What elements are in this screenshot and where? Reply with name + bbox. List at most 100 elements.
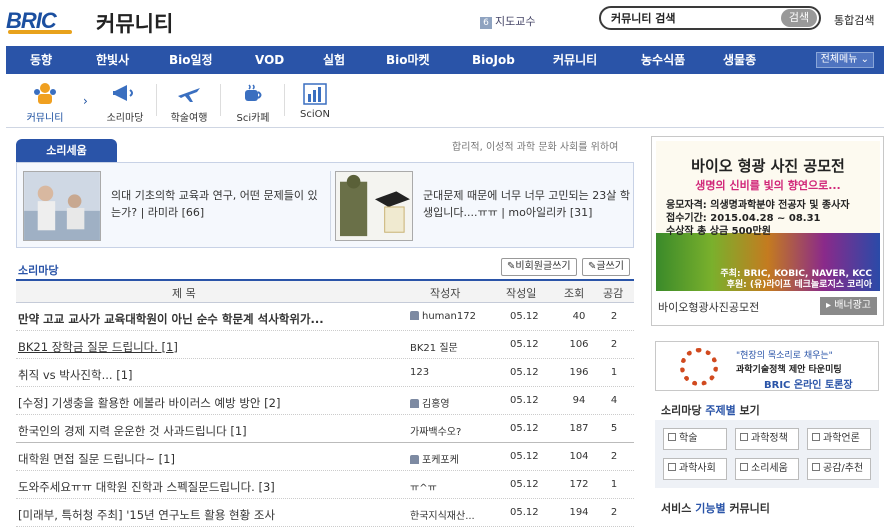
- nav-item-biojob[interactable]: BioJob: [472, 46, 515, 74]
- banner-ad-button[interactable]: ▸ 배너광고: [820, 297, 877, 315]
- post-title[interactable]: [수정] 기생충을 활용한 에볼라 바이러스 예방 방안 [2]: [18, 395, 394, 411]
- post-likes: 1: [610, 367, 618, 378]
- post-views: 104: [569, 451, 589, 462]
- photo-contest-banner[interactable]: 바이오 형광 사진 공모전 생명의 신비를 빛의 향연으로... 응모자격: 의…: [651, 136, 884, 326]
- subnav-divider: [156, 84, 157, 116]
- subnav-community[interactable]: 커뮤니티: [20, 82, 70, 124]
- post-title[interactable]: 대학원 면접 질문 드립니다~ [1]: [18, 451, 394, 467]
- post-date: 05.12: [510, 479, 539, 490]
- board-title[interactable]: 소리마당: [18, 262, 58, 278]
- svc-title-part: 커뮤니티: [729, 502, 770, 515]
- nav-item-agri-food[interactable]: 농수식품: [641, 46, 685, 74]
- subnav-sorimadang-label: 소리마당: [106, 113, 144, 124]
- table-row[interactable]: [수정] 기생충을 활용한 에볼라 바이러스 예방 방안 [2] 김홍영 05.…: [16, 387, 634, 415]
- soriseum-card[interactable]: 군대문제 때문에 너무 너무 고민되는 23살 학생입니다....ㅠㅠ | mo…: [335, 171, 635, 241]
- post-author: BK21 질문: [410, 343, 458, 354]
- table-row[interactable]: BK21 장학금 질문 드립니다. [1] BK21 질문 05.12 106 …: [16, 331, 634, 359]
- military-graduation-thumbnail: [335, 171, 413, 241]
- post-title[interactable]: 도와주세요ㅠㅠ 대학원 진학과 스펙질문드립니다. [3]: [18, 479, 394, 495]
- post-date: 05.12: [510, 311, 539, 322]
- topic-soriseum-button[interactable]: 소리세움: [735, 458, 799, 480]
- member-icon: [410, 399, 419, 408]
- search-button[interactable]: 검색: [781, 9, 817, 27]
- post-title[interactable]: 만약 고교 교사가 교육대학원이 아닌 순수 학문계 석사학위가...: [18, 311, 394, 327]
- nav-item-bio-schedule[interactable]: Bio일정: [169, 46, 213, 74]
- post-views: 172: [569, 479, 589, 490]
- chevron-right-icon: ›: [83, 94, 88, 108]
- post-author: 가짜백수오?: [410, 427, 462, 438]
- topic-academic-button[interactable]: 학술: [663, 428, 727, 450]
- post-likes: 2: [610, 451, 618, 462]
- topic-science-press-button[interactable]: 과학언론: [807, 428, 871, 450]
- nav-item-bio-market[interactable]: Bio마켓: [386, 46, 430, 74]
- write-button[interactable]: ✎글쓰기: [582, 258, 630, 276]
- post-author: 포케포케: [410, 451, 490, 466]
- contest-poster: 바이오 형광 사진 공모전 생명의 신비를 빛의 향연으로... 응모자격: 의…: [656, 141, 880, 291]
- advisor-link[interactable]: 6 지도교수: [480, 13, 535, 29]
- table-row[interactable]: 취직 vs 박사진학... [1] 123 05.12 196 1: [16, 359, 634, 387]
- subnav-scion-label: SciON: [300, 109, 330, 120]
- post-likes: 4: [610, 395, 618, 406]
- forum-name: BRIC 온라인 토론장: [764, 380, 853, 391]
- post-views: 196: [569, 367, 589, 378]
- megaphone-icon: [113, 85, 133, 101]
- post-author-name: 포케포케: [422, 455, 459, 466]
- table-row[interactable]: 한국인의 경제 지력 운운한 것 사과드립니다 [1] 가짜백수오? 05.12…: [16, 415, 634, 443]
- subnav-scion[interactable]: SciON: [292, 82, 338, 120]
- contest-caption[interactable]: 바이오형광사진공모전: [658, 299, 759, 315]
- main-nav: 동향 한빛사 Bio일정 VOD 실험 Bio마켓 BioJob 커뮤니티 농수…: [6, 46, 884, 74]
- board-header-row: 제 목 작성자 작성일 조회 공감: [16, 279, 634, 303]
- nav-item-community[interactable]: 커뮤니티: [553, 46, 597, 74]
- nav-item-vod[interactable]: VOD: [255, 46, 284, 74]
- soriseum-card-title: 의대 기초의학 교육과 연구, 어떤 문제들이 있는가? | 라미라: [111, 189, 318, 219]
- post-title[interactable]: 취직 vs 박사진학... [1]: [18, 367, 394, 383]
- nav-item-trends[interactable]: 동향: [30, 46, 52, 74]
- soriseum-tab[interactable]: 소리세움: [16, 139, 117, 162]
- soriseum-box: 의대 기초의학 교육과 연구, 어떤 문제들이 있는가? | 라미라 [66] …: [16, 162, 634, 248]
- contest-prize: 수상작 총 상금 500만원: [666, 226, 771, 237]
- member-icon: [410, 455, 419, 464]
- all-menu-button[interactable]: 전체메뉴 ⌄: [815, 52, 874, 68]
- topic-recommend-button[interactable]: 공감/추천: [807, 458, 871, 480]
- nav-item-hanbitsa[interactable]: 한빛사: [96, 46, 129, 74]
- topic-science-society-button[interactable]: 과학사회: [663, 458, 727, 480]
- nav-item-species[interactable]: 생물종: [723, 46, 756, 74]
- subnav-academic-travel-label: 학술여행: [170, 113, 208, 124]
- subnav-sorimadang[interactable]: 소리마당: [100, 82, 150, 124]
- search-input[interactable]: [611, 9, 771, 27]
- table-row[interactable]: 대학원 면접 질문 드립니다~ [1] 포케포케 05.12 104 2: [16, 443, 634, 471]
- table-row[interactable]: 도와주세요ㅠㅠ 대학원 진학과 스펙질문드립니다. [3] ㅠ^ㅠ 05.12 …: [16, 471, 634, 499]
- bar-chart-icon: [303, 83, 327, 105]
- contest-organizers: 주최: BRIC, KOBIC, NAVER, KCC: [720, 269, 872, 279]
- post-title[interactable]: [미래부, 특허청 주최] '15년 연구노트 활용 현황 조사: [18, 507, 394, 523]
- table-row[interactable]: 만약 고교 교사가 교육대학원이 아닌 순수 학문계 석사학위가... huma…: [16, 303, 634, 331]
- write-label: 글쓰기: [596, 261, 624, 272]
- post-date: 05.12: [510, 423, 539, 434]
- nav-item-experiment[interactable]: 실험: [323, 46, 345, 74]
- post-title[interactable]: BK21 장학금 질문 드립니다. [1]: [18, 339, 394, 355]
- topic-title-part: 소리마당: [661, 404, 702, 417]
- online-forum-banner[interactable]: "현장의 목소리로 채우는" 과학기술정책 제안 타운미팅 BRIC 온라인 토…: [655, 341, 879, 391]
- airplane-icon: [178, 88, 200, 102]
- advisor-label: 지도교수: [495, 15, 536, 28]
- soriseum-card[interactable]: 의대 기초의학 교육과 연구, 어떤 문제들이 있는가? | 라미라 [66]: [23, 171, 323, 241]
- subnav-sci-cafe[interactable]: Sci카페: [228, 82, 278, 124]
- soriseum-card-text: 군대문제 때문에 너무 너무 고민되는 23살 학생입니다....ㅠㅠ | mo…: [423, 187, 633, 221]
- soriseum-card-text: 의대 기초의학 교육과 연구, 어떤 문제들이 있는가? | 라미라 [66]: [111, 187, 321, 221]
- topic-title-highlight: 주제별: [705, 404, 736, 417]
- member-icon: [410, 311, 419, 320]
- coffee-cup-icon: [245, 84, 262, 101]
- total-search-link[interactable]: 통합검색: [834, 12, 874, 28]
- anonymous-write-button[interactable]: ✎비회원글쓰기: [501, 258, 577, 276]
- topic-science-policy-button[interactable]: 과학정책: [735, 428, 799, 450]
- post-author: 123: [410, 367, 430, 378]
- post-likes: 2: [610, 339, 618, 350]
- table-row[interactable]: [미래부, 특허청 주최] '15년 연구노트 활용 현황 조사 한국지식재산.…: [16, 499, 634, 527]
- bric-logo[interactable]: BRIC: [6, 8, 74, 34]
- contest-period: 접수기간: 2015.04.28 ~ 08.31: [666, 213, 821, 224]
- post-author-name: 김홍영: [422, 399, 450, 410]
- logo-swoosh: [8, 30, 72, 34]
- post-title[interactable]: 한국인의 경제 지력 운운한 것 사과드립니다 [1]: [18, 423, 394, 439]
- post-date: 05.12: [510, 339, 539, 350]
- subnav-academic-travel[interactable]: 학술여행: [164, 82, 214, 124]
